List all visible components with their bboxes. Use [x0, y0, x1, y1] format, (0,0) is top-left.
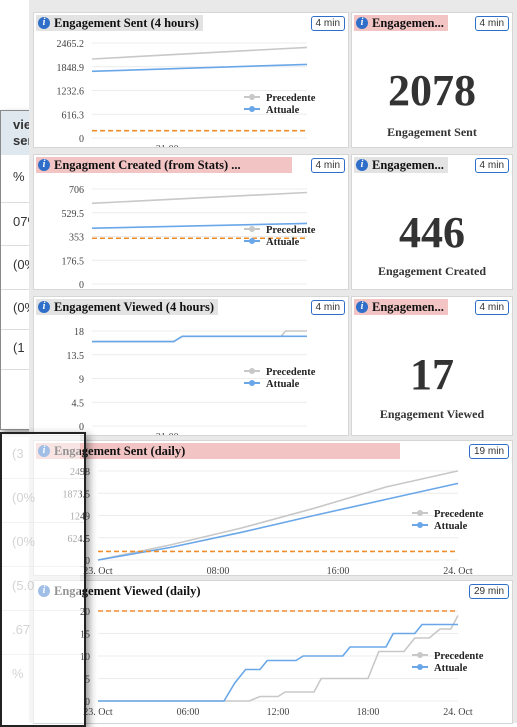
refresh-badge[interactable]: 4 min — [310, 16, 345, 31]
series-line-attuale — [98, 623, 458, 702]
background-row: (3 — [2, 434, 84, 479]
x-tick-label: 24. Oct — [443, 566, 473, 575]
series-line-precedente — [91, 191, 308, 205]
stat-value: 2078 — [388, 66, 476, 115]
background-row: (0% — [2, 522, 84, 567]
panel-title: Engagement Sent (4 hours) — [54, 16, 199, 30]
stat-value: 17 — [410, 350, 454, 399]
y-tick-label: 9 — [79, 375, 84, 386]
y-tick-label: 4.5 — [72, 398, 85, 409]
panel-engagement-sent-4h: i Engagement Sent (4 hours) 4 min 2465.2 1… — [33, 12, 349, 148]
series-line-attuale — [92, 335, 307, 343]
legend-current-marker — [249, 238, 255, 244]
x-tick-label: 06:00 — [177, 707, 200, 718]
legend-previous-marker — [249, 94, 255, 100]
stat-value: 446 — [399, 208, 465, 257]
panel-engagement-sent-stat: i Engagemen... 4 min 2078 Engagement Sent — [351, 12, 513, 148]
legend-previous-marker — [417, 652, 423, 658]
legend-previous-label: Precedente — [434, 509, 484, 520]
refresh-badge[interactable]: 4 min — [474, 16, 509, 31]
panel-engagement-created-4h: i Engagment Created (from Stats) ... 4 mi… — [33, 154, 349, 290]
legend-previous-label: Precedente — [266, 225, 316, 236]
legend-current-marker — [249, 380, 255, 386]
refresh-badge[interactable]: 4 min — [310, 300, 345, 315]
y-tick-label: 176.5 — [62, 256, 85, 267]
panel-engagement-viewed-daily: i Engagement Viewed (daily) 29 min 20 15 10… — [33, 580, 513, 724]
y-tick-label: 616.3 — [62, 110, 85, 121]
y-tick-label: 706 — [69, 185, 84, 196]
background-row: (5.0 — [2, 566, 84, 611]
legend-previous-label: Precedente — [434, 651, 484, 662]
y-tick-label: 0 — [79, 280, 84, 289]
y-tick-label: 13.5 — [67, 351, 85, 362]
refresh-badge[interactable]: 19 min — [468, 444, 509, 459]
line-chart: 706529.5353176.5021:00PrecedenteAttuale — [62, 185, 316, 289]
background-window-lower: (3 (0% (0% (5.0 .67 % — [0, 432, 86, 727]
background-row: .67 — [2, 610, 84, 655]
y-tick-label: 353 — [69, 233, 84, 244]
x-tick-label: 08:00 — [207, 566, 230, 575]
x-tick-label: 24. Oct — [443, 707, 473, 718]
line-chart: 24981873.51249624.5023. Oct 08:00 16:00 24.… — [63, 467, 484, 575]
legend-current-marker — [417, 522, 423, 528]
x-tick-label: 12:00 — [267, 707, 290, 718]
stat-label: Engagement Sent — [387, 125, 477, 139]
panel-title: Engagemen... — [372, 16, 444, 30]
info-icon[interactable]: i — [356, 159, 368, 171]
panel-engagement-sent-daily: i Engagement Sent (daily) 19 min 2498 1873… — [33, 440, 513, 576]
dashboard-window: i Engagement Sent (4 hours) 4 min 2465.2 1… — [29, 0, 517, 724]
legend-previous-marker — [417, 510, 423, 516]
panel-title: Engagment Created (from Stats) ... — [54, 158, 241, 172]
legend-previous-label: Precedente — [266, 367, 316, 378]
legend-current-label: Attuale — [266, 105, 300, 116]
background-row: (0% — [2, 478, 84, 523]
legend-current-label: Attuale — [434, 521, 468, 532]
refresh-badge[interactable]: 4 min — [474, 158, 509, 173]
series-line-attuale — [91, 63, 308, 73]
y-tick-label: 18 — [74, 327, 84, 338]
info-icon[interactable]: i — [38, 17, 50, 29]
legend-current-marker — [417, 664, 423, 670]
panel-title: Engagemen... — [372, 158, 444, 172]
stat-label: Engagement Created — [377, 264, 487, 278]
legend-previous-marker — [249, 226, 255, 232]
info-icon[interactable]: i — [356, 17, 368, 29]
x-tick-label: 21:00 — [156, 144, 179, 147]
x-tick-label: 23. Oct — [83, 566, 113, 575]
y-tick-label: 529.5 — [62, 209, 85, 220]
y-tick-label: 1232.6 — [57, 87, 85, 98]
background-row: % — [12, 666, 24, 681]
line-chart: 2015105023. Oct 06:00 12:00 18:00 24. OctPre… — [80, 607, 484, 718]
refresh-badge[interactable]: 29 min — [468, 584, 509, 599]
refresh-badge[interactable]: 4 min — [310, 158, 345, 173]
y-tick-label: 0 — [79, 134, 84, 145]
series-line-precedente — [98, 615, 459, 702]
info-icon[interactable]: i — [38, 301, 50, 313]
x-tick-label: 18:00 — [357, 707, 380, 718]
line-chart: 2465.2 1848.9 1232.6 616.3 0 21:00 PrecedenteA… — [57, 39, 316, 147]
legend-current-label: Attuale — [266, 237, 300, 248]
info-icon[interactable]: i — [356, 301, 368, 313]
y-tick-label: 2465.2 — [57, 39, 85, 50]
x-tick-label: 23. Oct — [83, 707, 113, 718]
legend-current-label: Attuale — [434, 663, 468, 674]
panel-engagement-viewed-stat: i Engagemen... 4 min 17 Engagement Viewed — [351, 296, 513, 436]
y-tick-label: 1848.9 — [57, 63, 85, 74]
legend-previous-marker — [249, 368, 255, 374]
x-tick-label: 21:00 — [156, 432, 179, 435]
panel-title: Engagement Viewed (4 hours) — [54, 300, 215, 314]
series-line-precedente — [91, 46, 308, 60]
legend-current-marker — [249, 106, 255, 112]
info-icon[interactable]: i — [38, 159, 50, 171]
panel-title: Engagemen... — [372, 300, 444, 314]
legend-current-label: Attuale — [266, 379, 300, 390]
x-tick-label: 16:00 — [327, 566, 350, 575]
line-chart: 1813.594.5021:00PrecedenteAttuale — [67, 327, 316, 435]
panel-engagement-created-stat: i Engagemen... 4 min 446 Engagement Creat… — [351, 154, 513, 290]
panel-engagement-viewed-4h: i Engagement Viewed (4 hours) 4 min 18 13.… — [33, 296, 349, 436]
legend-previous-label: Precedente — [266, 93, 316, 104]
refresh-badge[interactable]: 4 min — [474, 300, 509, 315]
stat-label: Engagement Viewed — [379, 407, 485, 421]
